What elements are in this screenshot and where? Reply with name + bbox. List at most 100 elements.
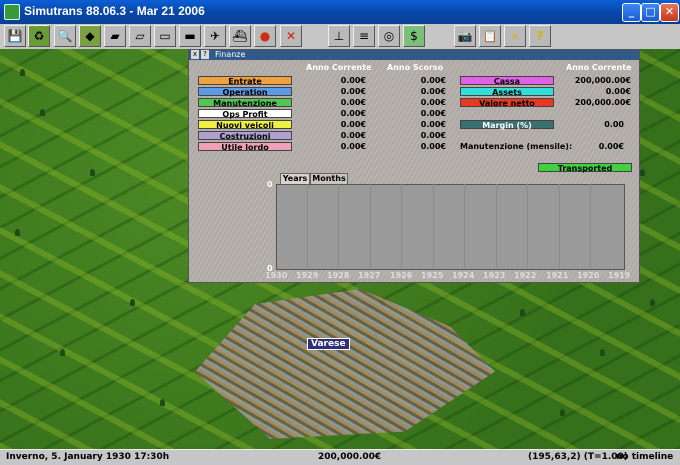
terrain-icon[interactable]: ◆ xyxy=(79,25,101,47)
toolbar: 💾 ♻ 🔍 ◆ ▰ ▱ ▭ ▬ ✈ ⛴ ● ✕ ⊥ ≡ ◎ $ 📷 📋 » ? xyxy=(0,24,680,50)
grid-line xyxy=(464,184,465,268)
value-current: 0.00€ xyxy=(340,131,366,140)
value-assets: 0.00€ xyxy=(605,87,631,96)
window-title: Simutrans 88.06.3 - Mar 21 2006 xyxy=(24,4,205,18)
title-bar: Simutrans 88.06.3 - Mar 21 2006 _ □ ✕ xyxy=(0,0,680,24)
tree xyxy=(560,409,565,416)
x-tick: 1930 xyxy=(265,271,288,280)
junction-icon[interactable]: ⊥ xyxy=(328,25,350,47)
value-current: 0.00€ xyxy=(340,98,366,107)
button-transported[interactable]: Transported xyxy=(538,163,632,173)
status-money: 200,000.00€ xyxy=(318,452,382,462)
minimize-button[interactable]: _ xyxy=(622,3,641,22)
road-icon[interactable]: ▰ xyxy=(104,25,126,47)
value-current: 0.00€ xyxy=(340,76,366,85)
button-nuovi-veicoli[interactable]: Nuovi veicoli xyxy=(198,120,292,130)
city-label[interactable]: Varese xyxy=(307,338,350,350)
button-valore-netto[interactable]: Valore netto xyxy=(460,98,554,108)
x-tick: 1921 xyxy=(546,271,569,280)
x-tick: 1920 xyxy=(577,271,600,280)
value-previous: 0.00€ xyxy=(420,131,446,140)
clipboard-icon[interactable]: 📋 xyxy=(479,25,501,47)
tab-years[interactable]: Years xyxy=(280,173,310,184)
grid-line xyxy=(559,184,560,268)
graph-icon[interactable]: ◎ xyxy=(378,25,400,47)
value-current: 0.00€ xyxy=(340,142,366,151)
remove-icon[interactable]: ✕ xyxy=(280,25,302,47)
maximize-button[interactable]: □ xyxy=(641,3,660,22)
grid-line xyxy=(338,184,339,268)
finance-chart xyxy=(276,184,625,270)
rail-icon[interactable]: ▱ xyxy=(129,25,151,47)
x-tick: 1925 xyxy=(421,271,444,280)
city-area[interactable] xyxy=(195,289,495,439)
status-bar: Inverno, 5. January 1930 17:30h 200,000.… xyxy=(0,449,680,465)
tree xyxy=(15,229,20,236)
maintenance-label: Manutenzione (mensile): xyxy=(460,142,573,151)
x-tick: 1922 xyxy=(514,271,537,280)
button-cassa[interactable]: Cassa xyxy=(460,76,554,86)
app-icon xyxy=(4,4,20,20)
status-timeline: no timeline xyxy=(616,452,674,462)
tree xyxy=(640,169,645,176)
status-date: Inverno, 5. January 1930 17:30h xyxy=(6,452,170,462)
fast-forward-icon[interactable]: » xyxy=(504,25,526,47)
value-previous: 0.00€ xyxy=(420,76,446,85)
tree xyxy=(160,399,165,406)
stop-icon[interactable]: ● xyxy=(254,25,276,47)
grid-line xyxy=(370,184,371,268)
value-current: 0.00€ xyxy=(340,87,366,96)
value-previous: 0.00€ xyxy=(420,98,446,107)
save-icon[interactable]: 💾 xyxy=(4,25,26,47)
value-current: 0.00€ xyxy=(340,109,366,118)
value-current: 0.00€ xyxy=(340,120,366,129)
grid-line xyxy=(401,184,402,268)
tree xyxy=(90,169,95,176)
grid-line xyxy=(433,184,434,268)
monorail-icon[interactable]: ▬ xyxy=(179,25,201,47)
air-icon[interactable]: ✈ xyxy=(204,25,226,47)
tree xyxy=(60,349,65,356)
close-icon[interactable]: x xyxy=(191,50,199,59)
x-tick: 1923 xyxy=(483,271,506,280)
grid-line xyxy=(527,184,528,268)
button-utile-lordo[interactable]: Utile lordo xyxy=(198,142,292,152)
x-tick: 1924 xyxy=(452,271,475,280)
status-coords: (195,63,2) (T=1.00) xyxy=(528,452,628,462)
help-icon[interactable]: ? xyxy=(201,50,209,59)
header-current-year: Anno Corrente xyxy=(306,63,372,72)
value-margin: 0.00 xyxy=(604,120,624,129)
zoom-icon[interactable]: 🔍 xyxy=(54,25,76,47)
button-entrate[interactable]: Entrate xyxy=(198,76,292,86)
value-previous: 0.00€ xyxy=(420,87,446,96)
tree xyxy=(520,309,525,316)
value-valore-netto: 200,000.00€ xyxy=(574,98,631,107)
button-margin[interactable]: Margin (%) xyxy=(460,120,554,130)
screenshot-icon[interactable]: 📷 xyxy=(454,25,476,47)
close-button[interactable]: ✕ xyxy=(660,3,679,22)
x-tick: 1926 xyxy=(390,271,413,280)
header-previous-year: Anno Scorso xyxy=(387,63,444,72)
grid-line xyxy=(307,184,308,268)
tab-months[interactable]: Months xyxy=(310,173,348,184)
button-operation[interactable]: Operation xyxy=(198,87,292,97)
y-tick-top: 0 xyxy=(267,180,273,189)
finance-title-bar[interactable]: x ? Finanze xyxy=(189,50,639,60)
x-tick: 1919 xyxy=(608,271,631,280)
value-cassa: 200,000.00€ xyxy=(574,76,631,85)
value-previous: 0.00€ xyxy=(420,142,446,151)
header-current-year-right: Anno Corrente xyxy=(566,63,632,72)
grid-line xyxy=(590,184,591,268)
help-icon[interactable]: ? xyxy=(529,25,551,47)
ship-icon[interactable]: ⛴ xyxy=(229,25,251,47)
value-previous: 0.00€ xyxy=(420,120,446,129)
button-manutenzione[interactable]: Manutenzione xyxy=(198,98,292,108)
button-assets[interactable]: Assets xyxy=(460,87,554,97)
list-icon[interactable]: ≡ xyxy=(353,25,375,47)
button-ops-profit[interactable]: Ops Profit xyxy=(198,109,292,119)
money-icon[interactable]: $ xyxy=(403,25,425,47)
tram-icon[interactable]: ▭ xyxy=(154,25,176,47)
grid-line xyxy=(496,184,497,268)
button-costruzioni[interactable]: Costruzioni xyxy=(198,131,292,141)
recycle-icon[interactable]: ♻ xyxy=(28,25,50,47)
